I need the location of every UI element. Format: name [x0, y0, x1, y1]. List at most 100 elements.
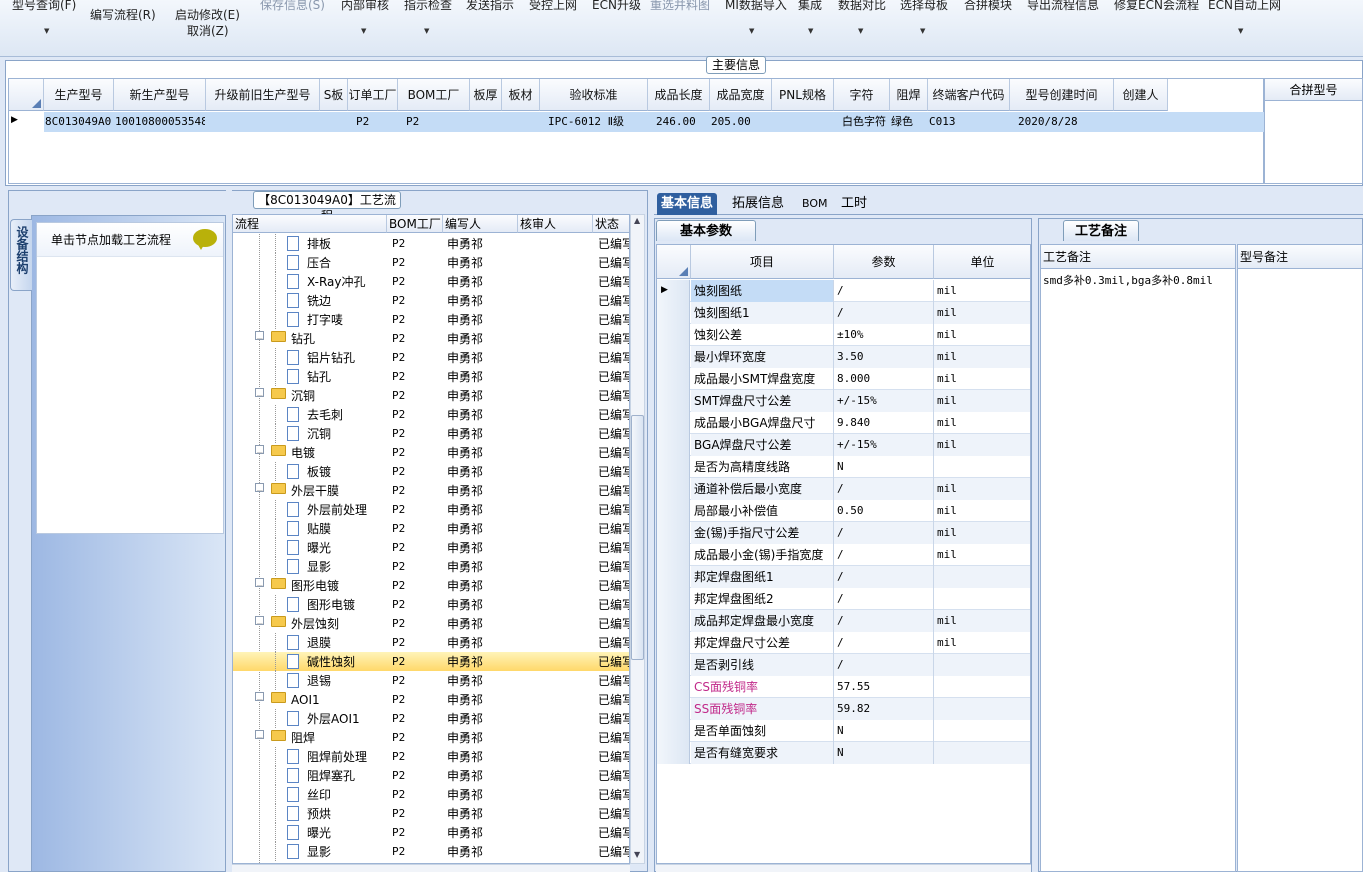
main-col-15[interactable]: 型号创建时间 — [1010, 79, 1114, 111]
param-value-cell[interactable]: ±10% — [834, 324, 934, 346]
tree-row[interactable]: 沉铜 P2 申勇祁 已编写 — [233, 424, 629, 443]
param-value-cell[interactable]: / — [834, 478, 934, 500]
param-value-cell[interactable]: N — [834, 456, 934, 478]
row-header[interactable] — [657, 478, 690, 500]
param-row[interactable]: 是否为高精度线路 N — [657, 456, 1030, 478]
row-header[interactable] — [657, 500, 690, 522]
tree-row[interactable]: − 沉铜 P2 申勇祁 已编写 — [233, 386, 629, 405]
row-header[interactable] — [657, 368, 690, 390]
row-header[interactable] — [657, 456, 690, 478]
param-value-cell[interactable]: +/-15% — [834, 390, 934, 412]
main-cell-16[interactable] — [1115, 112, 1167, 132]
tree-row[interactable]: 显影 P2 申勇祁 已编写 — [233, 557, 629, 576]
main-cell-14[interactable]: C013 — [929, 112, 1009, 132]
toolbar-mi-import-button[interactable]: MI数据导入 ▼ — [725, 0, 787, 35]
tab-basic-info[interactable]: 基本信息 — [657, 193, 718, 215]
tab-bom[interactable]: BOM — [798, 193, 832, 215]
params-horizontal-scrollbar[interactable] — [656, 864, 1031, 872]
row-header[interactable] — [657, 324, 690, 346]
main-col-3[interactable]: S板 — [320, 79, 348, 111]
tree-row[interactable]: 板镀 P2 申勇祁 已编写 — [233, 462, 629, 481]
flow-col-reviewer[interactable]: 核审人 — [518, 215, 593, 233]
main-col-4[interactable]: 订单工厂 — [348, 79, 398, 111]
tree-row[interactable]: 外层AOI1 P2 申勇祁 已编写 — [233, 709, 629, 728]
main-cell-1[interactable]: 10010800053548 — [115, 112, 205, 132]
tree-row[interactable]: 铝片钻孔 P2 申勇祁 已编写 — [233, 348, 629, 367]
toolbar-internal-review-button[interactable]: 内部审核 ▼ — [341, 0, 389, 35]
toolbar-cancel-button[interactable]: 取消(Z) — [187, 22, 229, 39]
tree-row[interactable]: 曝光 P2 申勇祁 已编写 — [233, 823, 629, 842]
toolbar-repair-ecn-button[interactable]: 修复ECN会流程 — [1114, 0, 1199, 13]
row-header[interactable] — [657, 720, 690, 742]
param-row[interactable]: 成品最小BGA焊盘尺寸 9.840 mil — [657, 412, 1030, 434]
flow-col-status[interactable]: 状态 — [593, 215, 629, 233]
row-header[interactable]: ▶ — [657, 280, 690, 302]
param-row[interactable]: SMT焊盘尺寸公差 +/-15% mil — [657, 390, 1030, 412]
param-value-cell[interactable]: 9.840 — [834, 412, 934, 434]
tab-extended-info[interactable]: 拓展信息 — [728, 193, 788, 215]
flow-col-name[interactable]: 流程 — [233, 215, 387, 233]
tree-row[interactable]: 曝光 P2 申勇祁 已编写 — [233, 538, 629, 557]
tree-row[interactable]: 退锡 P2 申勇祁 已编写 — [233, 671, 629, 690]
tree-row[interactable]: X-Ray冲孔 P2 申勇祁 已编写 — [233, 272, 629, 291]
toolbar-compare-button[interactable]: 数据对比 ▼ — [838, 0, 886, 35]
param-value-cell[interactable]: / — [834, 280, 934, 302]
toolbar-mother-board-button[interactable]: 选择母板 ▼ — [900, 0, 948, 35]
main-cell-12[interactable]: 白色字符 — [842, 112, 896, 132]
param-row[interactable]: ▶ 蚀刻图纸 / mil — [657, 280, 1030, 302]
row-header[interactable] — [657, 412, 690, 434]
tree-row[interactable]: − 外层蚀刻 P2 申勇祁 已编写 — [233, 614, 629, 633]
scroll-down-icon[interactable]: ▼ — [634, 850, 640, 859]
param-col-item[interactable]: 项目 — [691, 245, 834, 279]
main-col-13[interactable]: 阻焊 — [890, 79, 928, 111]
main-col-12[interactable]: 字符 — [834, 79, 890, 111]
param-row[interactable]: 邦定焊盘尺寸公差 / mil — [657, 632, 1030, 654]
flow-scroll-thumb[interactable] — [631, 415, 644, 660]
main-cell-13[interactable]: 绿色 — [891, 112, 927, 132]
flow-tree[interactable]: 流程 BOM工厂 编写人 核审人 状态 排板P2申勇祁已编写压合P2申勇祁已编写… — [232, 214, 630, 864]
param-value-cell[interactable]: / — [834, 632, 934, 654]
main-cell-5[interactable]: P2 — [406, 112, 476, 132]
main-cell-3[interactable] — [321, 112, 347, 132]
param-row[interactable]: 金(锡)手指尺寸公差 / mil — [657, 522, 1030, 544]
param-value-cell[interactable]: / — [834, 566, 934, 588]
param-value-cell[interactable]: 3.50 — [834, 346, 934, 368]
row-header[interactable] — [657, 654, 690, 676]
main-col-11[interactable]: PNL规格 — [772, 79, 834, 111]
tree-row[interactable]: − AOI1 P2 申勇祁 已编写 — [233, 690, 629, 709]
main-col-9[interactable]: 成品长度 — [648, 79, 710, 111]
node-box[interactable]: 单击节点加载工艺流程 — [36, 222, 224, 534]
tree-row[interactable]: 显影 P2 申勇祁 已编写 — [233, 842, 629, 861]
scroll-up-icon[interactable]: ▲ — [634, 216, 640, 225]
tree-row[interactable]: 图形电镀 P2 申勇祁 已编写 — [233, 595, 629, 614]
row-header[interactable] — [657, 632, 690, 654]
toolbar-merge-module-button[interactable]: 合拼模块 — [964, 0, 1012, 13]
collapse-icon[interactable]: − — [255, 331, 264, 340]
row-header[interactable] — [657, 566, 690, 588]
main-cell-4[interactable]: P2 — [356, 112, 404, 132]
process-notes-box[interactable]: 工艺备注 smd多补0.3mil,bga多补0.8mil — [1040, 244, 1236, 872]
param-row[interactable]: 成品最小SMT焊盘宽度 8.000 mil — [657, 368, 1030, 390]
toolbar-check-button[interactable]: 指示检查 ▼ — [404, 0, 452, 35]
param-col-unit[interactable]: 单位 — [934, 245, 1030, 279]
main-col-1[interactable]: 新生产型号 — [114, 79, 206, 111]
param-row[interactable]: 是否单面蚀刻 N — [657, 720, 1030, 742]
flow-col-bom[interactable]: BOM工厂 — [387, 215, 443, 233]
tree-row[interactable]: 打字唛 P2 申勇祁 已编写 — [233, 310, 629, 329]
toolbar-send-button[interactable]: 发送指示 — [466, 0, 514, 13]
row-header[interactable] — [657, 676, 690, 698]
param-value-cell[interactable]: 57.55 — [834, 676, 934, 698]
tree-row[interactable]: 退膜 P2 申勇祁 已编写 — [233, 633, 629, 652]
param-row[interactable]: CS面残铜率 57.55 — [657, 676, 1030, 698]
param-value-cell[interactable]: 59.82 — [834, 698, 934, 720]
param-row[interactable]: 蚀刻公差 ±10% mil — [657, 324, 1030, 346]
main-col-8[interactable]: 验收标准 — [540, 79, 648, 111]
toolbar-save-button[interactable]: 保存信息(S) — [260, 0, 325, 13]
main-cell-10[interactable]: 205.00 — [711, 112, 771, 132]
toolbar-export-flow-button[interactable]: 导出流程信息 — [1027, 0, 1099, 13]
tree-row[interactable]: − 外层干膜 P2 申勇祁 已编写 — [233, 481, 629, 500]
row-header[interactable] — [657, 588, 690, 610]
main-cell-15[interactable]: 2020/8/28 — [1018, 112, 1120, 132]
main-cell-2[interactable] — [207, 112, 319, 132]
param-col-value[interactable]: 参数 — [834, 245, 934, 279]
